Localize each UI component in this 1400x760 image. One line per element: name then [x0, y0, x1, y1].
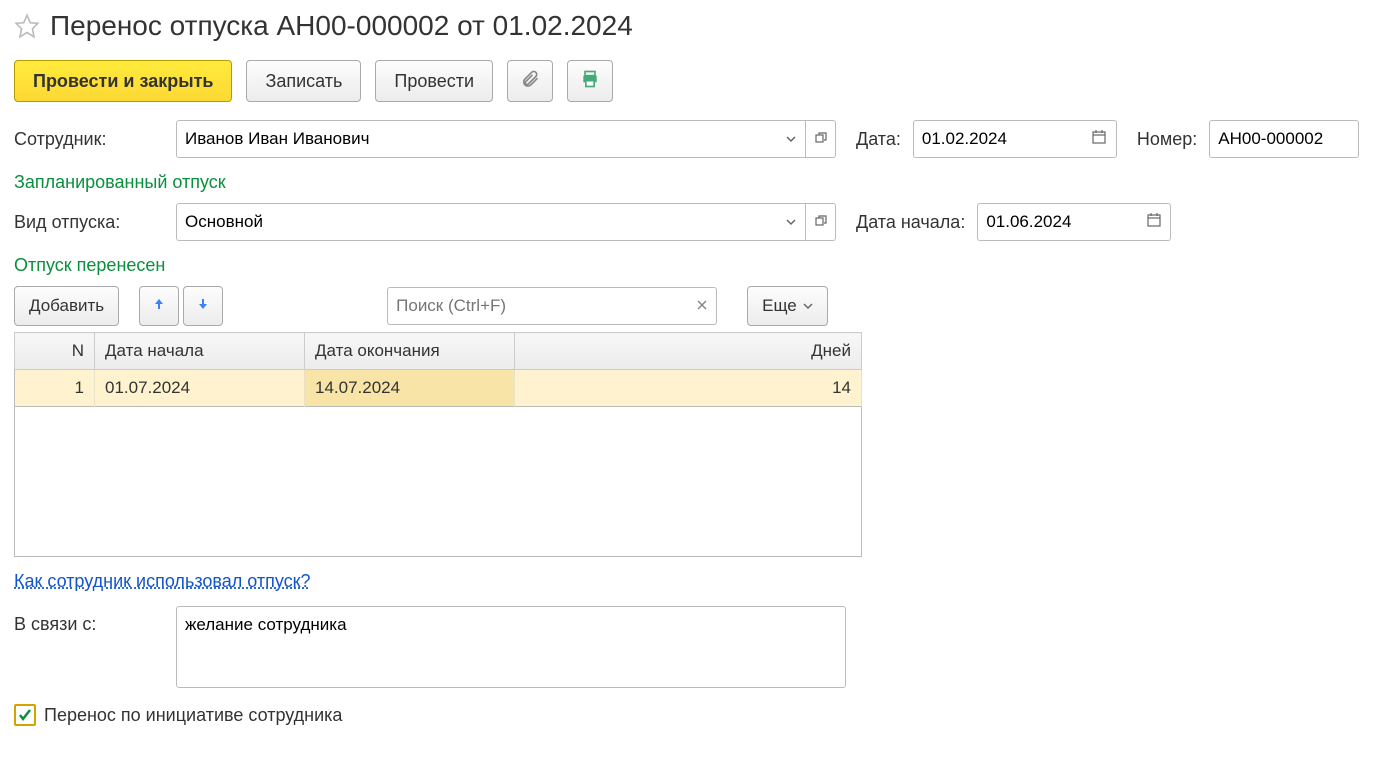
start-date-field[interactable]	[977, 203, 1137, 241]
col-header-end[interactable]: Дата окончания	[305, 333, 515, 370]
add-row-button[interactable]: Добавить	[14, 286, 119, 326]
page-title: Перенос отпуска АН00-000002 от 01.02.202…	[50, 10, 633, 42]
date-field[interactable]	[913, 120, 1083, 158]
favorite-star-icon[interactable]	[14, 13, 40, 39]
col-header-n[interactable]: N	[15, 333, 95, 370]
move-up-button[interactable]	[139, 286, 179, 326]
employee-dropdown-button[interactable]	[776, 120, 806, 158]
date-label: Дата:	[856, 129, 901, 150]
vacation-type-field-group	[176, 203, 836, 241]
employee-label: Сотрудник:	[14, 129, 164, 150]
save-button[interactable]: Записать	[246, 60, 361, 102]
calendar-icon	[1146, 212, 1162, 233]
open-icon	[815, 129, 827, 149]
table-search-input[interactable]	[387, 287, 687, 325]
printer-icon	[580, 69, 600, 94]
post-button[interactable]: Провести	[375, 60, 493, 102]
move-down-button[interactable]	[183, 286, 223, 326]
start-date-label: Дата начала:	[856, 212, 965, 233]
employee-field[interactable]	[176, 120, 776, 158]
table-empty-area[interactable]	[14, 407, 862, 557]
chevron-down-icon	[786, 212, 796, 232]
col-header-days[interactable]: Дней	[515, 333, 862, 370]
vacation-type-label: Вид отпуска:	[14, 212, 164, 233]
table-row[interactable]: 1 01.07.2024 14.07.2024 14	[15, 370, 862, 407]
periods-table: N Дата начала Дата окончания Дней 1 01.0…	[14, 332, 862, 407]
post-and-close-button[interactable]: Провести и закрыть	[14, 60, 232, 102]
date-field-group	[913, 120, 1117, 158]
more-button[interactable]: Еще	[747, 286, 828, 326]
start-date-field-group	[977, 203, 1171, 241]
attach-button[interactable]	[507, 60, 553, 102]
close-icon	[696, 296, 708, 316]
date-calendar-button[interactable]	[1083, 120, 1117, 158]
chevron-down-icon	[803, 296, 813, 316]
reason-field[interactable]	[176, 606, 846, 688]
cell-start[interactable]: 01.07.2024	[95, 370, 305, 407]
cell-n[interactable]: 1	[15, 370, 95, 407]
cell-days[interactable]: 14	[515, 370, 862, 407]
arrow-down-icon	[195, 296, 211, 317]
vacation-type-field[interactable]	[176, 203, 776, 241]
employee-open-button[interactable]	[806, 120, 836, 158]
chevron-down-icon	[786, 129, 796, 149]
start-date-calendar-button[interactable]	[1137, 203, 1171, 241]
vacation-type-dropdown-button[interactable]	[776, 203, 806, 241]
planned-section-label: Запланированный отпуск	[14, 172, 1386, 193]
vacation-type-open-button[interactable]	[806, 203, 836, 241]
employee-initiative-label: Перенос по инициативе сотрудника	[44, 705, 342, 726]
col-header-start[interactable]: Дата начала	[95, 333, 305, 370]
vacation-usage-link[interactable]: Как сотрудник использовал отпуск?	[14, 571, 311, 592]
calendar-icon	[1091, 129, 1107, 150]
number-label: Номер:	[1137, 129, 1197, 150]
employee-initiative-checkbox[interactable]	[14, 704, 36, 726]
arrow-up-icon	[151, 296, 167, 317]
number-field[interactable]	[1209, 120, 1359, 158]
command-toolbar: Провести и закрыть Записать Провести	[14, 60, 1386, 102]
paperclip-icon	[520, 69, 540, 94]
open-icon	[815, 212, 827, 232]
cell-end[interactable]: 14.07.2024	[305, 370, 515, 407]
print-button[interactable]	[567, 60, 613, 102]
table-search-clear-button[interactable]	[687, 287, 717, 325]
reason-label: В связи с:	[14, 606, 164, 635]
employee-field-group	[176, 120, 836, 158]
moved-section-label: Отпуск перенесен	[14, 255, 1386, 276]
